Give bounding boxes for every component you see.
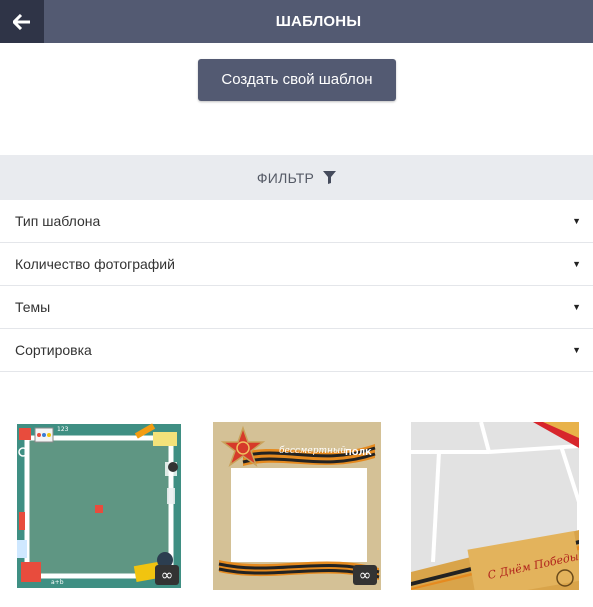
ribbon-text: ПОЛК bbox=[345, 448, 372, 457]
dropdown-caret-icon: ▼ bbox=[572, 216, 581, 226]
filter-row-label: Темы bbox=[15, 299, 51, 315]
infinity-badge-icon: ∞ bbox=[155, 565, 179, 585]
filter-row-photo-count[interactable]: Количество фотографий ▼ bbox=[0, 243, 593, 286]
filter-label: ФИЛЬТР bbox=[256, 169, 315, 186]
back-button[interactable] bbox=[0, 0, 44, 43]
filter-row-themes[interactable]: Темы ▼ bbox=[0, 286, 593, 329]
dropdown-caret-icon: ▼ bbox=[572, 259, 581, 269]
filter-toggle[interactable]: ФИЛЬТР bbox=[0, 155, 593, 200]
page-title: ШАБЛОНЫ bbox=[275, 13, 362, 30]
funnel-icon bbox=[323, 171, 337, 184]
template-thumbnail-school[interactable]: 123 a+b ∞ bbox=[15, 422, 183, 590]
filter-row-label: Количество фотографий bbox=[15, 256, 175, 272]
filter-row-template-type[interactable]: Тип шаблона ▼ bbox=[0, 200, 593, 243]
template-thumbnail-victory-day[interactable]: С Днём Победы! bbox=[411, 422, 579, 590]
template-thumbnail-immortal-regiment[interactable]: бессмертный ПОЛК ∞ bbox=[213, 422, 381, 590]
dropdown-caret-icon: ▼ bbox=[572, 302, 581, 312]
create-template-button[interactable]: Создать свой шаблон bbox=[198, 59, 396, 101]
victory-day-frame-image: С Днём Победы! bbox=[411, 422, 579, 590]
filter-row-label: Сортировка bbox=[15, 342, 92, 358]
infinity-badge-icon: ∞ bbox=[353, 565, 377, 585]
doodle-text: a+b bbox=[51, 579, 64, 586]
dropdown-caret-icon: ▼ bbox=[572, 345, 581, 355]
filter-row-sorting[interactable]: Сортировка ▼ bbox=[0, 329, 593, 372]
arrow-left-icon bbox=[13, 13, 30, 30]
ribbon-text: бессмертный bbox=[279, 445, 346, 456]
top-bar: ШАБЛОНЫ bbox=[0, 0, 593, 43]
doodle-text: 123 bbox=[57, 426, 69, 433]
filter-row-label: Тип шаблона bbox=[15, 213, 101, 229]
